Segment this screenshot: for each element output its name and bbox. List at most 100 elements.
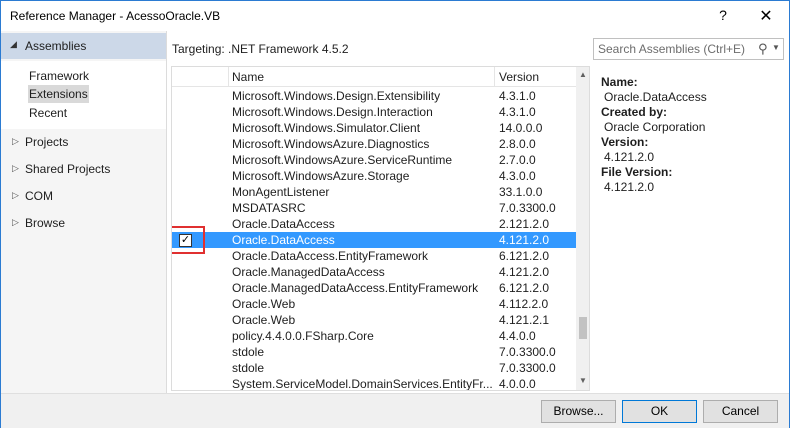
sidebar-item-label: Projects: [25, 135, 69, 149]
scroll-down-icon[interactable]: ▼: [579, 376, 587, 385]
row-name: System.ServiceModel.DomainServices.Entit…: [232, 377, 493, 391]
details-file-version-label: File Version:: [601, 165, 673, 179]
search-icon[interactable]: ⚲: [758, 41, 768, 57]
table-row[interactable]: Oracle.Web 4.121.2.1: [172, 312, 576, 328]
close-icon[interactable]: ✕: [753, 6, 779, 26]
sidebar-item-com[interactable]: ▷ COM: [1, 186, 166, 208]
header-divider: [494, 67, 495, 87]
scroll-up-icon[interactable]: ▲: [579, 70, 587, 79]
sidebar-subitem-framework[interactable]: Framework: [28, 67, 90, 85]
table-row[interactable]: Microsoft.WindowsAzure.ServiceRuntime 2.7…: [172, 152, 576, 168]
title-bar: Reference Manager - AcessoOracle.VB ? ✕: [1, 1, 789, 31]
sidebar-item-projects[interactable]: ▷ Projects: [1, 132, 166, 154]
table-row[interactable]: MSDATASRC 7.0.3300.0: [172, 200, 576, 216]
sidebar-item-assemblies[interactable]: ◢ Assemblies: [1, 33, 166, 59]
table-row[interactable]: Microsoft.Windows.Design.Interaction 4.3.…: [172, 104, 576, 120]
sidebar-item-browse[interactable]: ▷ Browse: [1, 213, 166, 235]
sidebar-item-shared-projects[interactable]: ▷ Shared Projects: [1, 159, 166, 181]
row-version: 14.0.0.0: [499, 121, 543, 135]
collapsed-arrow-icon: ▷: [12, 190, 19, 200]
row-name: Microsoft.Windows.Design.Interaction: [232, 105, 433, 119]
row-name: Microsoft.WindowsAzure.ServiceRuntime: [232, 153, 453, 167]
help-icon[interactable]: ?: [713, 7, 733, 25]
row-version: 4.3.1.0: [499, 105, 536, 119]
details-panel: Name: Oracle.DataAccess Created by: Orac…: [601, 75, 786, 195]
column-header-name[interactable]: Name: [232, 70, 264, 84]
header-divider: [228, 67, 229, 87]
sidebar: ◢ Assemblies Framework Extensions Recent…: [1, 31, 167, 393]
chevron-down-icon[interactable]: ▼: [772, 43, 780, 52]
table-row[interactable]: Microsoft.WindowsAzure.Storage 4.3.0.0: [172, 168, 576, 184]
reference-manager-window: Reference Manager - AcessoOracle.VB ? ✕ …: [0, 0, 790, 428]
row-version: 4.0.0.0: [499, 377, 536, 391]
table-row[interactable]: Microsoft.Windows.Design.Extensibility 4.…: [172, 88, 576, 104]
list-header: Name Version: [172, 67, 576, 87]
row-version: 7.0.3300.0: [499, 361, 556, 375]
table-row[interactable]: Oracle.ManagedDataAccess.EntityFramework…: [172, 280, 576, 296]
row-version: 6.121.2.0: [499, 249, 550, 263]
row-version: 2.8.0.0: [499, 137, 536, 151]
targeting-label: Targeting: .NET Framework 4.5.2: [172, 42, 349, 56]
table-row[interactable]: policy.4.4.0.0.FSharp.Core 4.4.0.0: [172, 328, 576, 344]
assemblies-subitems: Framework Extensions Recent: [1, 61, 166, 129]
row-version: 6.121.2.0: [499, 281, 550, 295]
vertical-scrollbar[interactable]: ▲ ▼: [576, 67, 589, 390]
row-version: 4.4.0.0: [499, 329, 536, 343]
row-version: 33.1.0.0: [499, 185, 543, 199]
table-row[interactable]: Oracle.ManagedDataAccess 4.121.2.0: [172, 264, 576, 280]
details-version-label: Version:: [601, 135, 649, 149]
row-version: 4.3.0.0: [499, 169, 536, 183]
table-row[interactable]: System.ServiceModel.DomainServices.Entit…: [172, 376, 576, 391]
sidebar-item-label: COM: [25, 189, 53, 203]
column-header-version[interactable]: Version: [499, 70, 539, 84]
browse-button[interactable]: Browse...: [541, 400, 616, 423]
table-row[interactable]: Oracle.DataAccess.EntityFramework 6.121.2…: [172, 248, 576, 264]
details-file-version-value: 4.121.2.0: [604, 180, 655, 194]
table-row[interactable]: stdole 7.0.3300.0: [172, 360, 576, 376]
search-box[interactable]: ⚲ ▼: [593, 38, 784, 60]
collapsed-arrow-icon: ▷: [12, 136, 19, 146]
row-name: Oracle.DataAccess: [232, 233, 335, 247]
table-row[interactable]: MonAgentListener 33.1.0.0: [172, 184, 576, 200]
table-row[interactable]: Microsoft.Windows.Simulator.Client 14.0.0…: [172, 120, 576, 136]
row-name: Oracle.Web: [232, 297, 296, 311]
row-name: Oracle.DataAccess.EntityFramework: [232, 249, 429, 263]
ok-button[interactable]: OK: [622, 400, 697, 423]
sidebar-item-label: Assemblies: [25, 39, 87, 53]
window-title: Reference Manager - AcessoOracle.VB: [10, 9, 221, 23]
row-name: Oracle.Web: [232, 313, 296, 327]
row-name: Microsoft.Windows.Simulator.Client: [232, 121, 421, 135]
scrollbar-thumb[interactable]: [579, 317, 587, 339]
table-row[interactable]: Oracle.DataAccess 2.121.2.0: [172, 216, 576, 232]
row-name: Microsoft.WindowsAzure.Diagnostics: [232, 137, 430, 151]
sidebar-item-label: Shared Projects: [25, 162, 111, 176]
sidebar-subitem-extensions[interactable]: Extensions: [28, 85, 89, 103]
cancel-button[interactable]: Cancel: [703, 400, 778, 423]
sidebar-subitem-recent[interactable]: Recent: [28, 104, 68, 122]
table-row[interactable]: ✓ Oracle.DataAccess 4.121.2.0: [172, 226, 576, 254]
details-created-label: Created by:: [601, 105, 668, 119]
row-name: Microsoft.Windows.Design.Extensibility: [232, 89, 441, 103]
row-name: stdole: [232, 345, 265, 359]
table-row[interactable]: Microsoft.WindowsAzure.Diagnostics 2.8.0.…: [172, 136, 576, 152]
row-name: Oracle.ManagedDataAccess: [232, 265, 385, 279]
row-version: 2.7.0.0: [499, 153, 536, 167]
table-row[interactable]: stdole 7.0.3300.0: [172, 344, 576, 360]
search-input[interactable]: [598, 41, 756, 57]
row-name: Oracle.DataAccess: [232, 217, 335, 231]
row-name: stdole: [232, 361, 265, 375]
row-name: Microsoft.WindowsAzure.Storage: [232, 169, 410, 183]
row-name: Oracle.ManagedDataAccess.EntityFramework: [232, 281, 479, 295]
row-version: 7.0.3300.0: [499, 201, 556, 215]
sidebar-item-label: Browse: [25, 216, 66, 230]
dialog-footer: Browse... OK Cancel: [1, 393, 789, 428]
row-version: 4.121.2.0: [499, 265, 550, 279]
table-row[interactable]: Oracle.Web 4.112.2.0: [172, 296, 576, 312]
details-name-value: Oracle.DataAccess: [604, 90, 707, 104]
details-version-value: 4.121.2.0: [604, 150, 655, 164]
row-version: 2.121.2.0: [499, 217, 550, 231]
collapsed-arrow-icon: ▷: [12, 163, 19, 173]
row-version: 4.121.2.1: [499, 313, 550, 327]
assemblies-list: Name Version Microsoft.Windows.Design.Ex…: [171, 66, 590, 391]
details-created-value: Oracle Corporation: [604, 120, 706, 134]
